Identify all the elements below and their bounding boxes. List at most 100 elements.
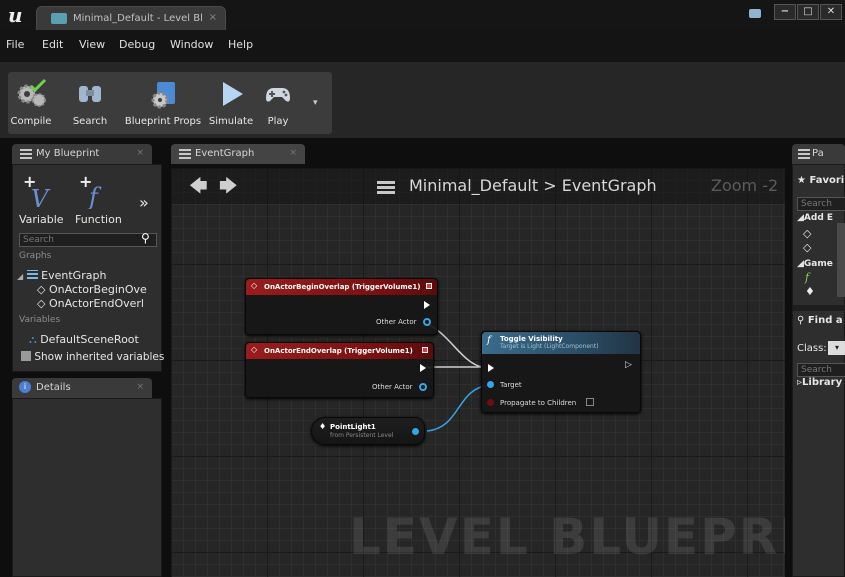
unreal-logo[interactable]: u — [8, 3, 22, 27]
title-bar: u Minimal_Default - Level Bl × − □ ✕ — [0, 0, 845, 30]
point-light-title: PointLight1 — [330, 423, 376, 431]
target-pin[interactable] — [487, 381, 494, 388]
minimize-button[interactable]: − — [774, 4, 796, 20]
palette-scrollbar[interactable] — [837, 223, 845, 297]
maximize-button[interactable]: □ — [797, 4, 819, 20]
tab-my-blueprint-label: My Blueprint — [36, 148, 100, 159]
my-blueprint-panel: + V Variable + f Function » Search ⚲ Gra… — [12, 164, 164, 372]
event-diamond-icon[interactable]: ◇ — [803, 227, 811, 240]
library-category[interactable]: ▹Library — [797, 377, 842, 388]
tab-details[interactable]: i Details × — [12, 378, 152, 398]
close-my-blueprint-icon[interactable]: × — [136, 148, 144, 158]
menu-bar: File Edit View Debug Window Help — [0, 30, 845, 62]
feedback-icon[interactable] — [749, 9, 761, 18]
close-tab-icon[interactable]: × — [209, 12, 217, 23]
blueprint-props-button[interactable]: Blueprint Props — [120, 72, 206, 134]
show-inherited-row[interactable]: Show inherited variables — [21, 351, 164, 363]
exec-in-pin[interactable] — [488, 364, 494, 372]
target-pin-label: Target — [500, 381, 522, 389]
search-placeholder: Search — [801, 365, 832, 375]
tab-my-blueprint[interactable]: My Blueprint × — [12, 144, 152, 164]
more-options-icon[interactable]: » — [139, 193, 149, 212]
menu-window[interactable]: Window — [170, 38, 213, 51]
class-dropdown[interactable]: ▾ — [828, 341, 845, 355]
palette-search-input[interactable]: Search — [797, 197, 845, 211]
game-label: Game — [803, 259, 833, 269]
graph-icon — [26, 270, 38, 279]
object-out-pin[interactable] — [412, 428, 419, 435]
exec-out-pin[interactable] — [424, 301, 430, 309]
tab-palette-label: Pa — [812, 148, 824, 159]
find-actions-header[interactable]: ⚲ Find a — [797, 315, 843, 326]
graph-canvas[interactable]: 🡄 🡆 Minimal_Default > EventGraph Zoom -2… — [171, 168, 785, 577]
menu-debug[interactable]: Debug — [119, 38, 155, 51]
document-tab[interactable]: Minimal_Default - Level Bl × — [36, 6, 226, 30]
node-end-overlap[interactable]: OnActorEndOverlap (TriggerVolume1) ◇ Oth… — [245, 342, 434, 398]
propagate-checkbox[interactable] — [586, 398, 594, 406]
favorites-header[interactable]: ★ Favori — [797, 175, 844, 186]
search-placeholder: Search — [801, 199, 832, 209]
event-diamond-icon: ◇ — [251, 281, 258, 290]
light-bulb-icon: ♦ — [319, 422, 327, 431]
end-overlap-label: OnActorEndOverl — [48, 297, 144, 310]
search-button[interactable]: Search — [70, 72, 110, 134]
tree-item-end-overlap[interactable]: ◇ OnActorEndOverl — [37, 297, 144, 310]
favorites-label: Favori — [809, 175, 845, 186]
function-icon[interactable]: f — [805, 271, 809, 284]
show-inherited-checkbox[interactable] — [21, 351, 31, 361]
propagate-pin[interactable] — [487, 399, 494, 406]
tab-palette[interactable]: Pa — [792, 144, 845, 164]
play-button[interactable]: Play — [258, 72, 298, 134]
details-panel — [12, 398, 162, 577]
begin-overlap-label: OnActorBeginOve — [48, 283, 147, 296]
close-window-button[interactable]: ✕ — [820, 4, 842, 20]
add-variable-icon[interactable]: + V — [23, 173, 55, 209]
add-function-icon[interactable]: + f — [79, 173, 111, 209]
add-variable-label[interactable]: Variable — [19, 213, 64, 226]
node-begin-overlap[interactable]: OnActorBeginOverlap (TriggerVolume1) ◇ O… — [245, 278, 438, 335]
output-delegate-icon[interactable] — [422, 347, 428, 353]
node-begin-overlap-header: OnActorBeginOverlap (TriggerVolume1) — [246, 279, 437, 295]
palette-panel: ★ Favori Search ◢Add E ◇ ◇ ◢Game f ♦ ⚲ F… — [792, 164, 845, 577]
collapse-arrow-icon: ◢ — [797, 213, 804, 223]
tree-item-default-scene-root[interactable]: ⛬ DefaultSceneRoot — [29, 333, 139, 347]
node-point-light[interactable]: ♦ PointLight1 from Persistent Level — [311, 417, 425, 445]
point-light-subtitle: from Persistent Level — [330, 432, 394, 439]
node-end-overlap-header: OnActorEndOverlap (TriggerVolume1) — [246, 343, 433, 359]
tree-item-eventgraph[interactable]: ◢ EventGraph — [17, 269, 106, 282]
add-event-category[interactable]: ◢Add E — [797, 213, 833, 223]
search-icon: ⚲ — [797, 315, 805, 326]
node-toggle-visibility[interactable]: Toggle Visibility Target is Light (Light… — [481, 331, 641, 413]
search-placeholder: Search — [23, 235, 54, 245]
collapse-arrow-icon: ◢ — [797, 259, 804, 269]
output-delegate-icon[interactable] — [426, 283, 432, 289]
menu-edit[interactable]: Edit — [42, 38, 63, 51]
other-actor-pin-label: Other Actor — [376, 318, 417, 326]
game-category[interactable]: ◢Game — [797, 259, 833, 269]
close-eventgraph-icon[interactable]: × — [289, 148, 297, 158]
menu-help[interactable]: Help — [228, 38, 253, 51]
other-actor-pin[interactable] — [419, 383, 427, 391]
tree-item-begin-overlap[interactable]: ◇ OnActorBeginOve — [37, 283, 147, 296]
compile-button[interactable]: Compile — [8, 72, 54, 134]
close-details-icon[interactable]: × — [136, 382, 144, 392]
tab-eventgraph[interactable]: EventGraph × — [171, 144, 305, 164]
blueprint-props-icon — [151, 82, 175, 109]
simulate-button[interactable]: Simulate — [208, 72, 254, 134]
search-icon: ⚲ — [141, 231, 150, 245]
play-options-chevron-icon[interactable]: ▾ — [313, 98, 318, 108]
splitter[interactable] — [793, 305, 845, 311]
light-bulb-icon[interactable]: ♦ — [805, 285, 815, 298]
my-blueprint-search-input[interactable]: Search — [19, 233, 157, 247]
menu-file[interactable]: File — [6, 38, 24, 51]
other-actor-pin[interactable] — [423, 318, 431, 326]
add-function-label[interactable]: Function — [75, 213, 122, 226]
event-diamond-icon[interactable]: ◇ — [803, 241, 811, 254]
blueprint-props-label: Blueprint Props — [124, 116, 202, 127]
menu-view[interactable]: View — [79, 38, 105, 51]
list-icon — [20, 149, 32, 159]
info-icon: i — [19, 381, 31, 393]
library-search-input[interactable]: Search — [797, 363, 845, 377]
exec-out-pin[interactable] — [420, 364, 426, 372]
play-label: Play — [267, 116, 289, 127]
